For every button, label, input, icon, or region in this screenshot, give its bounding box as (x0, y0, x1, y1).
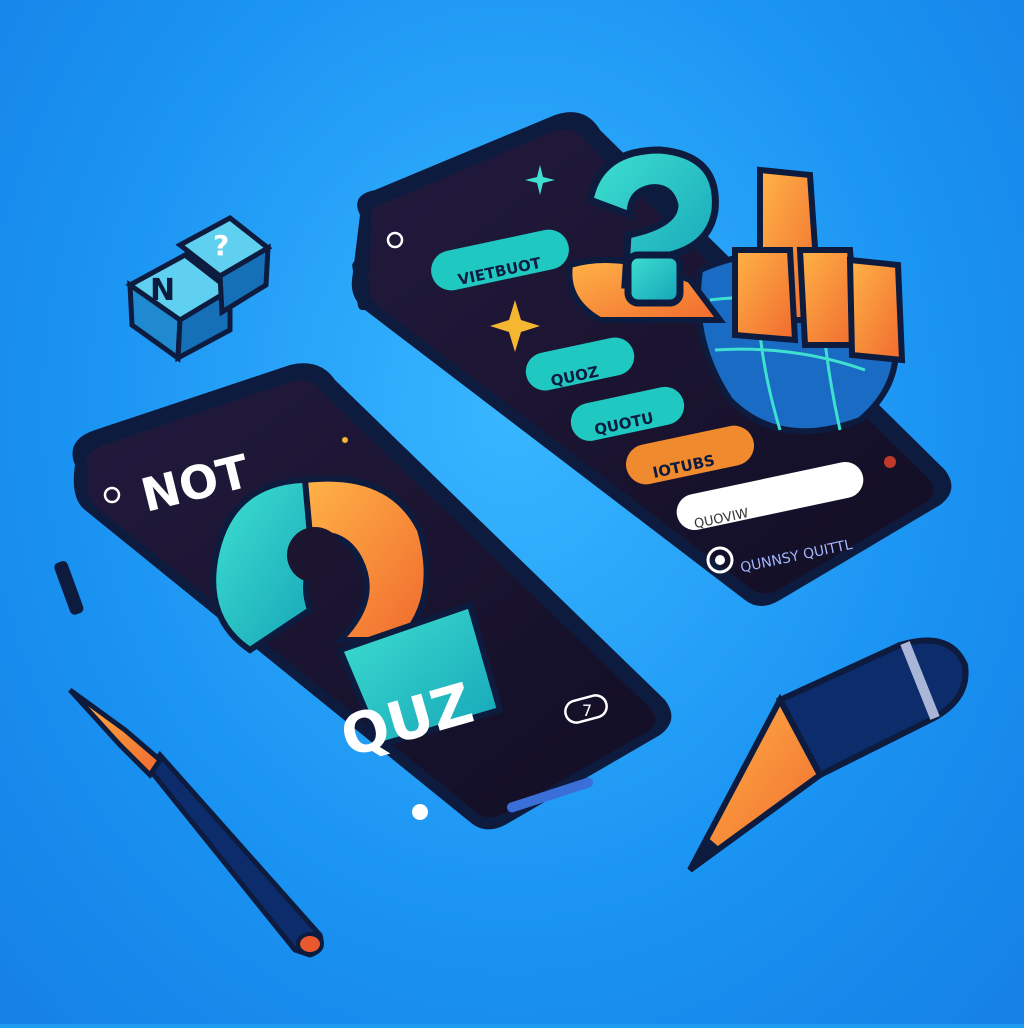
illustration-svg: N ? VIETBUOT QUOZ QUOTU IOTUBS QUOVIW QU… (54, 112, 969, 958)
pencil-icon (687, 637, 969, 873)
sparkle-dot (342, 437, 348, 443)
dice-top-glyph: ? (213, 229, 229, 262)
dice-icon: N ? (125, 215, 273, 363)
corner-badge-label: 7 (582, 701, 592, 720)
fan-icon (412, 804, 428, 820)
pen-icon (68, 687, 324, 958)
camera-dot-icon (884, 456, 896, 468)
illustration-scene: N ? VIETBUOT QUOZ QUOTU IOTUBS QUOVIW QU… (0, 0, 1024, 1024)
dice-front-glyph: N (150, 273, 175, 308)
